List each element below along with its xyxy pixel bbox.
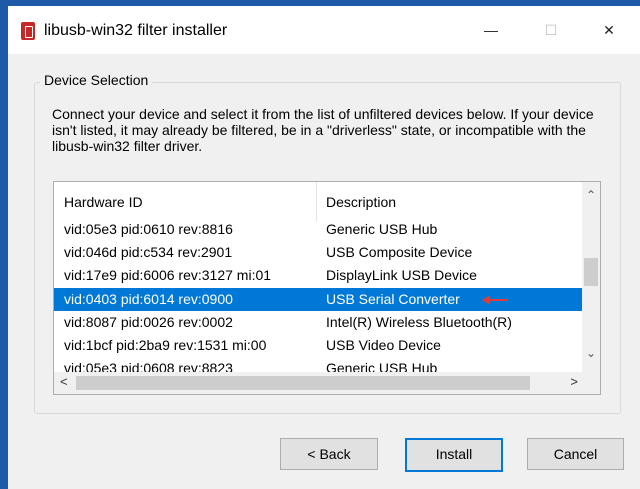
hardware-id-cell: vid:05e3 pid:0610 rev:8816 (64, 221, 233, 237)
table-row[interactable]: vid:1bcf pid:2ba9 rev:1531 mi:00 USB Vide… (54, 334, 582, 357)
description-cell: Generic USB Hub (326, 360, 438, 372)
hardware-id-cell: vid:05e3 pid:0608 rev:8823 (64, 360, 233, 372)
scroll-corner (582, 372, 600, 394)
back-button[interactable]: < Back (280, 438, 378, 470)
column-header-description[interactable]: Description (326, 182, 576, 222)
table-row[interactable]: vid:05e3 pid:0610 rev:8816 Generic USB Hu… (54, 218, 582, 241)
description-cell: DisplayLink USB Device (326, 267, 477, 284)
minimize-icon[interactable]: — (468, 6, 514, 54)
close-icon[interactable]: ✕ (586, 6, 632, 54)
table-row[interactable]: vid:8087 pid:0026 rev:0002 Intel(R) Wirel… (54, 311, 582, 334)
title-bar: libusb-win32 filter installer — ☐ ✕ (8, 6, 640, 54)
horizontal-scroll-thumb[interactable] (76, 376, 530, 390)
install-button[interactable]: Install (405, 438, 503, 472)
usb-app-icon (21, 22, 35, 40)
maximize-icon[interactable]: ☐ (528, 6, 574, 54)
scroll-up-icon[interactable]: ⌃ (582, 188, 600, 202)
red-arrow-icon (482, 294, 508, 305)
horizontal-scrollbar[interactable]: < > (54, 372, 582, 394)
description-cell: USB Composite Device (326, 244, 473, 261)
table-row[interactable]: vid:05e3 pid:0608 rev:8823 Generic USB Hu… (54, 357, 582, 372)
scroll-down-icon[interactable]: ⌄ (582, 346, 600, 360)
group-title: Device Selection (40, 72, 153, 88)
description-cell: USB Serial Converter (326, 290, 460, 307)
table-row[interactable]: vid:17e9 pid:6006 rev:3127 mi:01 DisplayL… (54, 264, 582, 287)
scroll-left-icon[interactable]: < (60, 374, 68, 389)
hardware-id-cell: vid:1bcf pid:2ba9 rev:1531 mi:00 (64, 336, 267, 353)
hardware-id-cell: vid:8087 pid:0026 rev:0002 (64, 313, 233, 330)
list-rows: vid:05e3 pid:0610 rev:8816 Generic USB Hu… (54, 218, 582, 372)
hardware-id-cell: vid:17e9 pid:6006 rev:3127 mi:01 (64, 267, 272, 284)
table-row[interactable]: vid:0403 pid:6014 rev:0900 USB Serial Con… (54, 287, 582, 311)
cancel-button[interactable]: Cancel (527, 438, 624, 470)
list-header: Hardware ID Description (54, 182, 582, 222)
description-cell: Generic USB Hub (326, 221, 438, 237)
vertical-scrollbar[interactable]: ⌃ ⌄ (582, 182, 600, 372)
hardware-id-cell: vid:0403 pid:6014 rev:0900 (64, 290, 233, 307)
description-cell: USB Video Device (326, 336, 441, 353)
window-title: libusb-win32 filter installer (44, 22, 228, 39)
instructions-text: Connect your device and select it from t… (52, 106, 594, 154)
vertical-scroll-thumb[interactable] (584, 258, 598, 286)
scroll-right-icon[interactable]: > (570, 374, 578, 389)
window-border-left (0, 6, 8, 489)
table-row[interactable]: vid:046d pid:c534 rev:2901 USB Composite … (54, 241, 582, 264)
description-cell: Intel(R) Wireless Bluetooth(R) (326, 313, 512, 330)
device-list[interactable]: Hardware ID Description vid:05e3 pid:061… (53, 181, 601, 395)
hardware-id-cell: vid:046d pid:c534 rev:2901 (64, 244, 233, 261)
column-header-hardware-id[interactable]: Hardware ID (64, 182, 317, 222)
